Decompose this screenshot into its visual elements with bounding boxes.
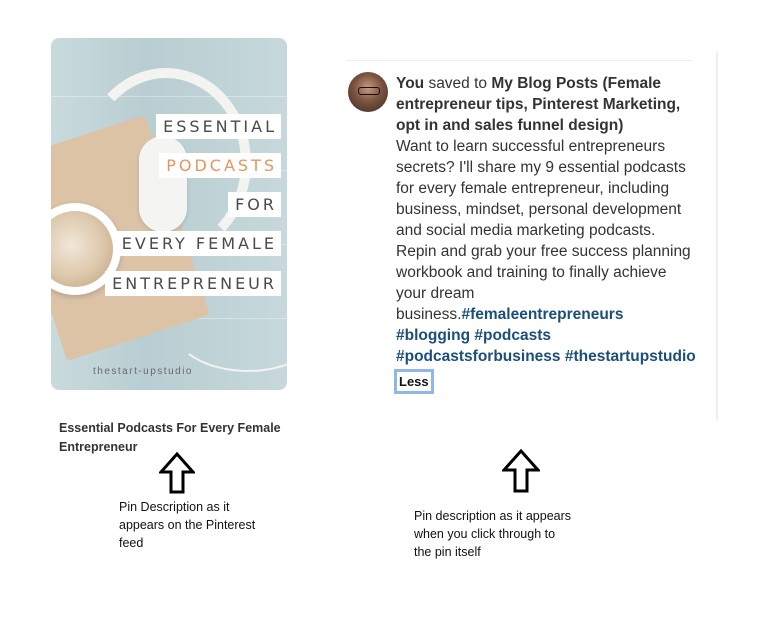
headphone-cup-illustration — [139, 136, 187, 232]
saved-to-text: saved to — [428, 75, 488, 92]
user-avatar[interactable] — [348, 72, 388, 112]
avatar-glasses — [358, 87, 380, 95]
saver-name[interactable]: You — [396, 75, 424, 92]
less-button[interactable]: Less — [394, 369, 434, 394]
hashtag-thestartupstudio[interactable]: #thestartupstudio — [565, 348, 696, 365]
hashtag-femaleentrepreneurs[interactable]: #femaleentrepreneurs — [461, 306, 623, 323]
pin-description-block: You saved to My Blog Posts (Female entre… — [394, 73, 696, 394]
pin-title-line-2: PODCASTS — [159, 153, 281, 178]
closeup-annotation: Pin description as it appears when you c… — [414, 509, 572, 559]
hashtag-podcastsforbusiness[interactable]: #podcastsforbusiness — [396, 348, 561, 365]
pin-title-line-3: FOR — [228, 192, 281, 217]
brand-logo: thestart-upstudio — [93, 366, 193, 377]
pin-description: Want to learn successful entrepreneurs s… — [396, 138, 691, 323]
up-arrow-icon — [159, 452, 195, 494]
panel-divider — [716, 52, 718, 420]
hashtag-podcasts[interactable]: #podcasts — [474, 327, 551, 344]
pin-image[interactable]: ESSENTIAL PODCASTS FOR EVERY FEMALE ENTR… — [51, 38, 287, 390]
pin-title-line-1: ESSENTIAL — [156, 114, 281, 139]
pin-title-line-4: EVERY FEMALE — [114, 231, 281, 256]
hashtag-blogging[interactable]: #blogging — [396, 327, 470, 344]
pin-title-line-5: ENTREPRENEUR — [105, 271, 281, 296]
feed-annotation: Pin Description as it appears on the Pin… — [119, 500, 256, 550]
up-arrow-icon — [502, 449, 540, 493]
